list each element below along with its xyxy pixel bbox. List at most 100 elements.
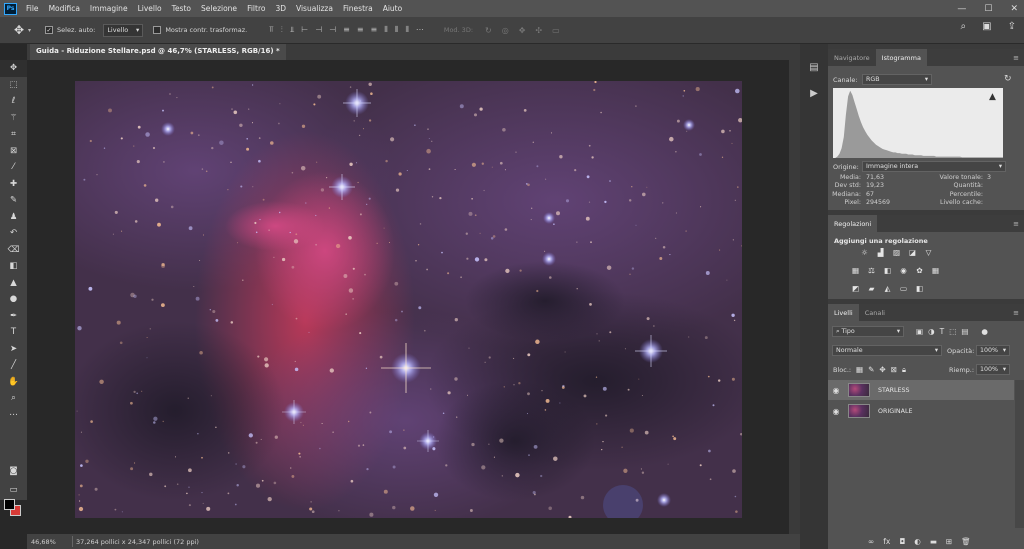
distribute-bottom-icon[interactable]: ≡ [371, 25, 378, 35]
threshold-icon[interactable]: ◭ [882, 283, 893, 294]
maximize-button[interactable]: ☐ [984, 4, 992, 14]
tab-istogramma[interactable]: Istogramma [875, 49, 927, 66]
marquee-tool-icon[interactable]: ⬚ [0, 77, 27, 94]
distribute-right-icon[interactable]: ⦀ [405, 25, 409, 35]
shape-filter-icon[interactable]: ⬚ [949, 327, 956, 336]
menu-visualizza[interactable]: Visualizza [296, 4, 333, 13]
layers-scrollbar[interactable] [1015, 380, 1024, 528]
curves-icon[interactable]: ▨ [891, 247, 902, 258]
brightness-contrast-icon[interactable]: ☼ [859, 247, 870, 258]
video-3d-icon[interactable]: ▭ [552, 26, 560, 35]
crop-tool-icon[interactable]: ⌗ [0, 126, 27, 143]
pixel-filter-icon[interactable]: ▣ [916, 327, 923, 336]
exposure-icon[interactable]: ◪ [907, 247, 918, 258]
invert-icon[interactable]: ◩ [850, 283, 861, 294]
selective-color-icon[interactable]: ▭ [898, 283, 909, 294]
channel-dropdown[interactable]: RGB ▾ [862, 74, 932, 85]
new-group-icon[interactable]: ▬ [930, 537, 937, 546]
move-tool-icon[interactable]: ✥ [0, 60, 27, 77]
distribute-vcenter-icon[interactable]: ≡ [357, 25, 364, 35]
levels-icon[interactable]: ▟ [875, 247, 886, 258]
black-white-icon[interactable]: ◧ [882, 265, 893, 276]
type-filter-icon[interactable]: T [940, 327, 945, 336]
posterize-icon[interactable]: ▰ [866, 283, 877, 294]
tab-navigatore[interactable]: Navigatore [828, 49, 876, 66]
drag-3d-icon[interactable]: ✥ [519, 26, 526, 35]
blend-mode-dropdown[interactable]: Normale ▾ [832, 345, 942, 356]
play-action-icon[interactable]: ▶ [805, 84, 823, 102]
opacity-field[interactable]: 100% ▾ [976, 345, 1010, 356]
new-fill-adjustment-icon[interactable]: ◐ [914, 537, 921, 546]
distribute-top-icon[interactable]: ≡ [343, 25, 350, 35]
eyedropper-tool-icon[interactable]: ⁄ [0, 159, 27, 176]
tab-livelli[interactable]: Livelli [828, 304, 859, 321]
clipping-warning-icon[interactable]: ▲ [989, 92, 996, 102]
history-brush-tool-icon[interactable]: ↶ [0, 225, 27, 242]
type-tool-icon[interactable]: T [0, 324, 27, 341]
panel-menu-icon[interactable]: ≡ [1013, 309, 1019, 317]
healing-brush-tool-icon[interactable]: ✚ [0, 176, 27, 193]
panel-menu-icon[interactable]: ≡ [1013, 220, 1019, 228]
filter-toggle-icon[interactable]: ● [981, 327, 988, 336]
history-panel-icon[interactable]: ▤ [805, 58, 823, 76]
workspace-icon[interactable]: ▣ [982, 21, 991, 32]
auto-select-dropdown[interactable]: Livello ▾ [103, 23, 144, 37]
frame-tool-icon[interactable]: ⊠ [0, 143, 27, 160]
align-top-icon[interactable]: ⫪ [269, 25, 274, 35]
menu-aiuto[interactable]: Aiuto [383, 4, 403, 13]
layer-style-icon[interactable]: fx [883, 537, 890, 546]
eye-icon[interactable]: ◉ [828, 386, 844, 395]
gradient-map-icon[interactable]: ◧ [914, 283, 925, 294]
brush-tool-icon[interactable]: ✎ [0, 192, 27, 209]
align-right-icon[interactable]: ⊣ [329, 25, 336, 35]
color-balance-icon[interactable]: ⚖ [866, 265, 877, 276]
orbit-3d-icon[interactable]: ↻ [485, 26, 492, 35]
menu-selezione[interactable]: Selezione [201, 4, 237, 13]
lock-position-icon[interactable]: ✥ [879, 365, 885, 375]
eye-icon[interactable]: ◉ [828, 407, 844, 416]
zoom-tool-icon[interactable]: ⌕ [0, 390, 27, 407]
eraser-tool-icon[interactable]: ⌫ [0, 242, 27, 259]
move-tool-icon[interactable]: ✥ [10, 21, 28, 39]
blur-tool-icon[interactable]: ▲ [0, 275, 27, 292]
layer-row-starless[interactable]: ◉ STARLESS [828, 380, 1014, 400]
zoom-level[interactable]: 46,68% [27, 538, 72, 546]
tool-preset-caret-icon[interactable]: ▾ [28, 27, 31, 34]
hue-saturation-icon[interactable]: ▦ [850, 265, 861, 276]
smart-object-filter-icon[interactable]: ▤ [961, 327, 968, 336]
distribute-left-icon[interactable]: ⦀ [384, 25, 388, 35]
lock-transparency-icon[interactable]: ▦ [856, 365, 863, 375]
transform-controls-checkbox[interactable] [153, 26, 162, 34]
document-tab[interactable]: Guida - Riduzione Stellare.psd @ 46,7% (… [30, 44, 286, 60]
tab-regolazioni[interactable]: Regolazioni [828, 215, 878, 232]
canvas-vertical-scrollbar[interactable] [789, 60, 800, 534]
vibrance-icon[interactable]: ▽ [923, 247, 934, 258]
link-layers-icon[interactable]: ∞ [868, 537, 874, 546]
align-vcenter-icon[interactable]: ⫶ [281, 25, 283, 35]
fill-field[interactable]: 100% ▾ [976, 364, 1010, 375]
nebula-image[interactable] [75, 81, 742, 518]
screen-mode-icon[interactable]: ▭ [0, 482, 27, 499]
align-left-icon[interactable]: ⊢ [301, 25, 308, 35]
align-bottom-icon[interactable]: ⫫ [290, 25, 295, 35]
share-icon[interactable]: ⇪ [1008, 21, 1016, 32]
distribute-hcenter-icon[interactable]: ⦀ [395, 25, 399, 35]
hand-tool-icon[interactable]: ✋ [0, 374, 27, 391]
pen-tool-icon[interactable]: ✒ [0, 308, 27, 325]
close-button[interactable]: ✕ [1010, 4, 1018, 14]
menu-filtro[interactable]: Filtro [247, 4, 265, 13]
menu-immagine[interactable]: Immagine [90, 4, 128, 13]
tab-canali[interactable]: Canali [859, 304, 891, 321]
lock-artboard-icon[interactable]: ⊠ [891, 365, 897, 375]
refresh-icon[interactable]: ↻ [1004, 74, 1012, 84]
source-dropdown[interactable]: Immagine intera ▾ [862, 161, 1006, 172]
lock-all-icon[interactable]: 🔒︎ [902, 365, 906, 375]
edit-toolbar-icon[interactable]: ⋯ [0, 407, 27, 424]
minimize-button[interactable]: — [957, 4, 966, 14]
lasso-tool-icon[interactable]: ℓ [0, 93, 27, 110]
menu-modifica[interactable]: Modifica [49, 4, 80, 13]
auto-align-icon[interactable]: ⋯ [416, 25, 424, 35]
color-lookup-icon[interactable]: ▦ [930, 265, 941, 276]
lock-image-icon[interactable]: ✎ [868, 365, 874, 375]
foreground-color-swatch[interactable] [4, 499, 15, 510]
